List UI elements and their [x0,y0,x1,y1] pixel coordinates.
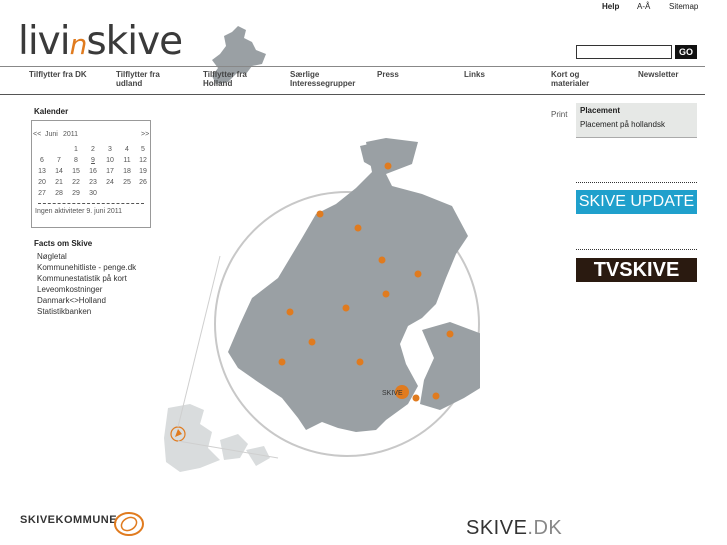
calendar-day[interactable]: 12 [135,157,151,164]
calendar-day[interactable]: 11 [119,157,135,164]
calendar-next-button[interactable]: >> [141,131,149,138]
calendar-week-row: 13 14 15 16 17 18 19 [32,168,152,178]
calendar-week-row: 20 21 22 23 24 25 26 [32,179,152,189]
calendar-day[interactable]: 3 [102,146,118,153]
skivedk-part2: .DK [527,517,563,539]
calendar-title: Kalender [34,107,69,116]
a-a-link[interactable]: A-Å [637,2,650,11]
facts-link-danmark-holland[interactable]: Danmark<>Holland [37,296,106,305]
nav-item-tilflytter-dk[interactable]: Tilflytter fra DK [29,70,109,79]
facts-title: Facts om Skive [34,239,93,248]
nav-item-links[interactable]: Links [464,70,544,79]
calendar-day[interactable]: 14 [51,168,67,175]
main-nav: Tilflytter fra DK Tilflytter fra udland … [0,66,705,95]
calendar-day[interactable]: 5 [135,146,151,153]
nav-item-interessegrupper[interactable]: Særlige Interessegrupper [290,70,370,88]
nav-item-tilflytter-udland[interactable]: Tilflytter fra udland [116,70,176,88]
search-input[interactable] [576,45,672,59]
kommune-part2: KOMMUNE [55,514,118,526]
facts-link-leveomkostninger[interactable]: Leveomkostninger [37,285,102,294]
placement-link[interactable]: Placement på hollandsk [580,120,665,129]
facts-link-kommunestatistik[interactable]: Kommunestatistik på kort [37,274,127,283]
placement-box: Placement Placement på hollandsk [576,103,697,138]
search-go-button[interactable]: GO [675,45,697,59]
nav-item-newsletter[interactable]: Newsletter [638,70,718,79]
logo-part1: livi [18,19,71,64]
calendar-divider [38,203,144,204]
kommune-swirl-icon [114,512,144,536]
skive-region-map[interactable]: SKIVE [160,128,480,480]
calendar-day[interactable]: 7 [51,157,67,164]
placement-title: Placement [580,106,621,115]
nav-item-tilflytter-holland[interactable]: Tilflytter fra Holland [203,70,263,88]
skive-kommune-logo[interactable]: SKIVEKOMMUNE [20,514,117,526]
calendar-week-row: 12345 [32,146,152,156]
skive-dk-logo[interactable]: SKIVE.DK [466,517,562,540]
map-label-skive: SKIVE [382,390,403,397]
calendar-day[interactable]: 2 [85,146,101,153]
site-logo[interactable]: livinskive [18,22,266,84]
calendar-day[interactable]: 1 [68,146,84,153]
calendar-day[interactable]: 4 [119,146,135,153]
calendar-day[interactable]: 28 [51,190,67,197]
calendar-day[interactable]: 8 [68,157,84,164]
calendar-day[interactable]: 16 [85,168,101,175]
skivedk-part1: SKIVE [466,517,528,539]
help-link[interactable]: Help [602,2,619,11]
kommune-part1: SKIVE [20,514,56,526]
facts-link-statistikbanken[interactable]: Statistikbanken [37,307,91,316]
facts-link-kommunehitliste[interactable]: Kommunehitliste - penge.dk [37,263,136,272]
divider-update [576,182,697,183]
calendar-day[interactable]: 19 [135,168,151,175]
logo-part2: n [69,28,88,61]
calendar-day[interactable]: 27 [34,190,50,197]
tv-skive-part1: TV [593,259,620,281]
calendar-day[interactable]: 17 [102,168,118,175]
calendar-day[interactable]: 30 [85,190,101,197]
calendar-day[interactable]: 6 [34,157,50,164]
nav-item-kort[interactable]: Kort og materialer [551,70,601,88]
print-link[interactable]: Print [551,110,567,119]
calendar-day[interactable]: 23 [85,179,101,186]
calendar-week-row: 27 28 29 30 [32,190,152,200]
calendar-day[interactable]: 9 [85,157,101,164]
skive-update-banner[interactable]: SKIVE UPDATE [576,190,697,214]
calendar-week-row: 6 7 8 9 10 11 12 [32,157,152,167]
calendar-day[interactable]: 29 [68,190,84,197]
calendar-year: 2011 [63,131,79,138]
calendar-day[interactable]: 13 [34,168,50,175]
logo-part3: skive [86,19,183,64]
calendar-day[interactable]: 26 [135,179,151,186]
nav-item-press[interactable]: Press [377,70,457,79]
logo-text: livinskive [18,19,183,64]
calendar-day[interactable]: 20 [34,179,50,186]
calendar-day[interactable]: 24 [102,179,118,186]
calendar-month: Juni [45,131,58,138]
facts-link-noegletal[interactable]: Nøgletal [37,252,67,261]
divider-tv [576,249,697,250]
calendar-widget: << Juni 2011 >> 1 2 3 4 5 6 7 8 9 10 11 12 13 14 15 16 1… [31,120,151,228]
calendar-day[interactable]: 18 [119,168,135,175]
calendar-note: Ingen aktiviteter 9. juni 2011 [35,208,123,215]
tv-skive-banner[interactable]: TVSKIVE [576,258,697,282]
calendar-day[interactable]: 25 [119,179,135,186]
calendar-day[interactable]: 15 [68,168,84,175]
calendar-day[interactable]: 10 [102,157,118,164]
calendar-day[interactable]: 22 [68,179,84,186]
sitemap-link[interactable]: Sitemap [669,2,698,11]
tv-skive-part2: SKIVE [619,259,680,281]
calendar-day[interactable]: 21 [51,179,67,186]
calendar-prev-button[interactable]: << [33,131,41,138]
